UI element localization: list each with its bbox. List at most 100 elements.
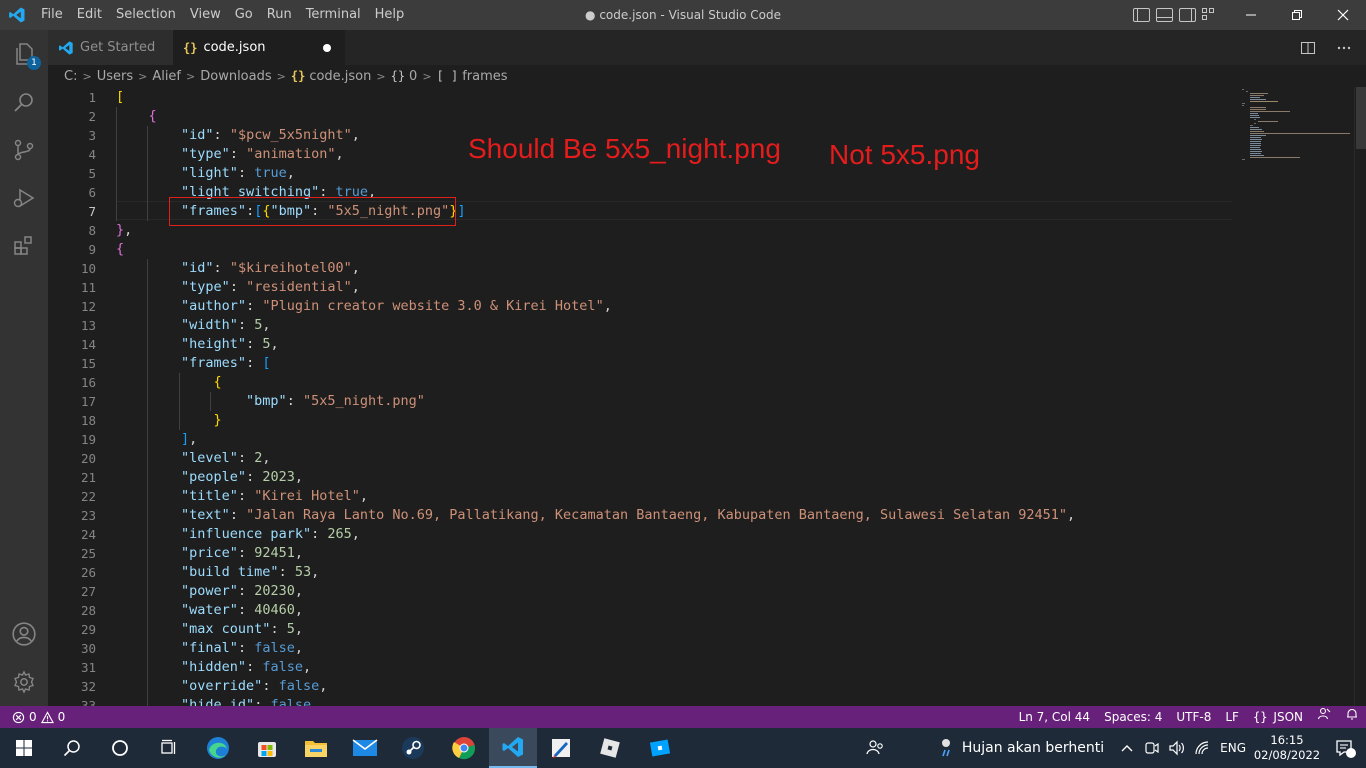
menu-run[interactable]: Run [260,0,299,30]
manage-gear-icon[interactable] [0,658,48,706]
code-line[interactable]: "bmp": "5x5_night.png" [116,392,425,411]
minimap[interactable] [1238,87,1354,706]
code-line[interactable]: { [116,240,124,259]
menu-selection[interactable]: Selection [109,0,183,30]
cortana-icon[interactable] [96,728,144,768]
code-line[interactable]: "type": "animation", [116,145,344,164]
code-line[interactable]: "hidden": false, [116,658,311,677]
menu-go[interactable]: Go [228,0,260,30]
toggle-secondary-sidebar-icon[interactable] [1179,8,1196,22]
chrome-icon[interactable] [440,728,488,768]
code-content[interactable]: [ { "id": "$pcw_5x5night", "type": "anim… [116,87,1276,706]
code-line[interactable]: "frames": [ [116,354,270,373]
source-control-icon[interactable] [0,126,48,174]
breadcrumb-item[interactable]: C: [64,69,77,84]
chevron-up-icon[interactable] [1120,743,1134,753]
people-icon[interactable] [866,739,886,757]
code-line[interactable]: "type": "residential", [116,278,360,297]
search-icon[interactable] [0,78,48,126]
code-line[interactable]: "light": true, [116,164,295,183]
run-debug-icon[interactable] [0,174,48,222]
language-mode[interactable]: {} JSON [1246,706,1310,728]
code-line[interactable]: "level": 2, [116,449,270,468]
vscode-logo-icon[interactable] [0,0,34,30]
encoding[interactable]: UTF-8 [1169,706,1218,728]
menu-edit[interactable]: Edit [70,0,109,30]
problems-indicator[interactable]: 0 0 [0,710,65,724]
code-line[interactable]: } [116,411,222,430]
code-line[interactable]: "final": false, [116,639,303,658]
edge-icon[interactable] [194,728,242,768]
more-actions-icon[interactable] [1336,40,1352,56]
code-line[interactable]: "height": 5, [116,335,279,354]
code-line[interactable]: "title": "Kirei Hotel", [116,487,368,506]
end-of-line[interactable]: LF [1218,706,1246,728]
roblox-icon[interactable] [586,728,634,768]
code-line[interactable]: [ [116,88,124,107]
file-explorer-icon[interactable] [292,728,340,768]
breadcrumb-item[interactable]: Alief [152,69,181,84]
code-line[interactable]: { [116,373,222,392]
notifications-bell-icon[interactable] [1338,706,1366,728]
close-icon[interactable] [1320,0,1366,30]
toggle-primary-sidebar-icon[interactable] [1133,8,1150,22]
windows-start-icon[interactable] [0,728,48,768]
code-line[interactable]: "water": 40460, [116,601,303,620]
weather-rain-icon[interactable] [938,736,956,760]
code-line[interactable]: "width": 5, [116,316,270,335]
steam-icon[interactable] [389,728,437,768]
paint-icon[interactable] [537,728,585,768]
restore-icon[interactable] [1274,0,1320,30]
menu-terminal[interactable]: Terminal [299,0,368,30]
tab-code-json[interactable]: {} code.json [173,30,345,65]
extensions-icon[interactable] [0,222,48,270]
search-icon[interactable] [48,728,96,768]
menu-view[interactable]: View [183,0,228,30]
tab-get-started[interactable]: Get Started [48,30,173,65]
toggle-panel-icon[interactable] [1156,8,1173,22]
split-editor-icon[interactable] [1300,40,1316,56]
indentation[interactable]: Spaces: 4 [1097,706,1169,728]
feedback-icon[interactable] [1310,706,1338,728]
volume-icon[interactable] [1168,740,1186,756]
menu-file[interactable]: File [34,0,70,30]
meet-now-icon[interactable] [1144,740,1160,756]
network-wifi-icon[interactable] [1194,740,1210,756]
task-view-icon[interactable] [144,728,192,768]
breadcrumb-item[interactable]: Users [97,69,133,84]
customize-layout-icon[interactable] [1202,8,1216,22]
unsaved-dot-icon[interactable] [323,44,331,52]
clock[interactable]: 16:15 02/08/2022 [1252,733,1322,763]
code-line[interactable]: "max count": 5, [116,620,303,639]
scrollbar-thumb[interactable] [1356,87,1366,149]
code-line[interactable]: "author": "Plugin creator website 3.0 & … [116,297,612,316]
code-line[interactable]: "people": 2023, [116,468,303,487]
accounts-icon[interactable] [0,610,48,658]
breadcrumb-item[interactable]: Downloads [200,69,271,84]
code-line[interactable]: { [116,107,157,126]
action-center-icon[interactable] [1322,728,1366,768]
code-line[interactable]: ], [116,430,197,449]
explorer-icon[interactable]: 1 [0,30,48,78]
code-line[interactable]: "influence park": 265, [116,525,360,544]
roblox-studio-icon[interactable] [636,728,684,768]
breadcrumb-item[interactable]: code.json [309,69,371,84]
store-icon[interactable] [243,728,291,768]
breadcrumb-item[interactable]: 0 [409,69,417,84]
code-line[interactable]: "id": "$pcw_5x5night", [116,126,360,145]
code-editor[interactable]: 1 2 3 4 5 6 7 8 9 10 11 12 13 14 15 16 17 18 19 20 21 22 23 24 2… [48,87,1366,706]
weather-status[interactable]: Hujan akan berhenti [962,740,1104,756]
code-line[interactable]: "text": "Jalan Raya Lanto No.69, Pallati… [116,506,1075,525]
minimize-icon[interactable] [1228,0,1274,30]
breadcrumb-item[interactable]: frames [462,69,507,84]
vertical-scrollbar[interactable] [1354,87,1366,706]
code-line[interactable]: "price": 92451, [116,544,303,563]
vscode-icon[interactable] [489,728,537,768]
mail-icon[interactable] [341,728,389,768]
code-line[interactable]: }, [116,221,132,240]
menu-help[interactable]: Help [368,0,412,30]
code-line[interactable]: "power": 20230, [116,582,303,601]
code-line[interactable]: "id": "$kireihotel00", [116,259,360,278]
cursor-position[interactable]: Ln 7, Col 44 [1012,706,1098,728]
input-language[interactable]: ENG [1220,741,1246,755]
